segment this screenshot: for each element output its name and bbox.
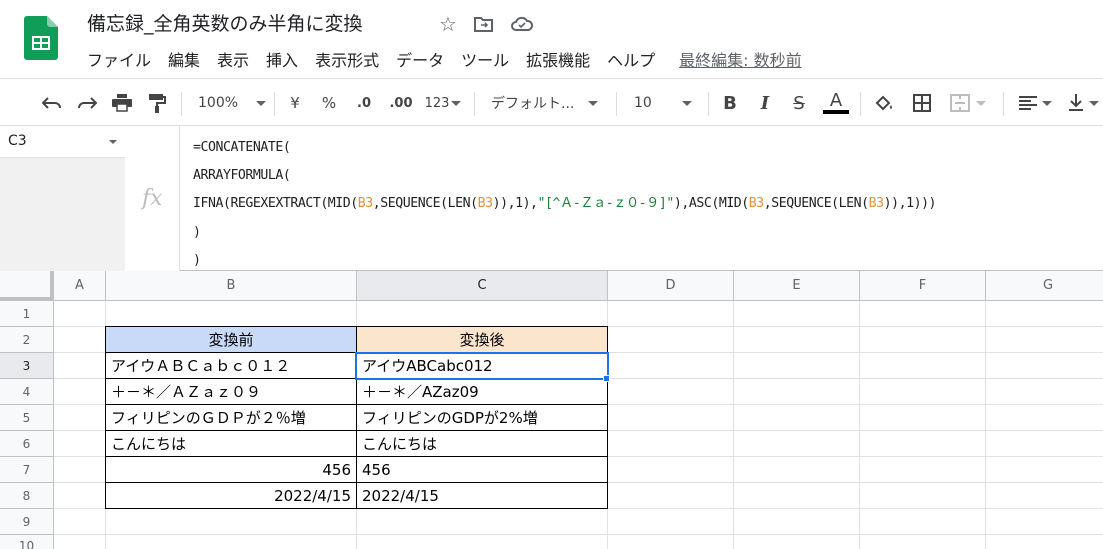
chevron-down-icon [681,100,692,106]
row-header-3[interactable]: 3 [0,353,54,379]
gridline [985,301,986,549]
cloud-status-icon[interactable] [510,12,534,36]
row-header-1[interactable]: 1 [0,301,54,327]
spreadsheet-grid[interactable]: A B C D E F G 1 2 3 4 5 6 7 8 9 10 変換前 変… [0,271,1103,549]
row-header-5[interactable]: 5 [0,405,54,431]
chevron-down-icon [588,100,599,106]
toolbar-divider [474,92,475,116]
percent-button[interactable]: % [319,90,339,116]
column-header-g[interactable]: G [986,271,1103,301]
increase-decimal-button[interactable]: .00 [386,90,416,116]
toolbar-divider [181,92,182,116]
toolbar-divider [860,92,861,116]
column-header-f[interactable]: F [860,271,986,301]
gridline [54,534,1103,535]
text-color-swatch [823,110,849,114]
currency-button[interactable]: ¥ [285,90,305,116]
horizontal-align-icon[interactable] [1015,90,1055,116]
row-header-10[interactable]: 10 [0,535,54,549]
paint-format-icon[interactable] [145,90,169,116]
star-icon[interactable]: ☆ [436,12,460,36]
toolbar-divider [1003,92,1004,116]
cell-selection [355,352,609,380]
sheets-logo-icon[interactable] [24,16,58,60]
row-header-9[interactable]: 9 [0,509,54,535]
name-box-expanded-area [0,158,125,271]
menu-format[interactable]: 表示形式 [315,47,379,71]
last-edit-link[interactable]: 最終編集: 数秒前 [679,47,801,71]
gridline [859,301,860,549]
function-icon: fx [142,186,163,211]
toolbar-divider [274,92,275,116]
fill-color-icon[interactable] [873,90,895,116]
zoom-select[interactable]: 100% [198,90,267,116]
table-border [105,430,608,431]
title-bar: 備忘録_全角英数のみ半角に変換 ☆ ファイル 編集 表示 挿入 表示形式 データ… [0,0,1103,78]
chevron-down-icon [451,100,462,106]
menu-edit[interactable]: 編集 [168,47,200,71]
formula-input[interactable]: =CONCATENATE( ARRAYFORMULA( IFNA(REGEXEX… [193,134,937,275]
bold-button[interactable]: B [719,90,741,116]
chevron-down-icon [256,100,267,106]
strikethrough-button[interactable]: S [788,90,810,116]
italic-button[interactable]: I [754,90,776,116]
borders-icon[interactable] [911,90,933,116]
merge-cells-icon[interactable] [946,90,990,116]
name-box[interactable]: C3 [0,126,125,271]
font-size-value: 10 [634,95,652,111]
font-select[interactable]: デフォルト... [491,90,605,116]
column-header-b[interactable]: B [106,271,357,301]
menu-bar: ファイル 編集 表示 挿入 表示形式 データ ツール 拡張機能 ヘルプ 最終編集… [87,47,802,71]
move-to-folder-icon[interactable] [472,12,496,36]
toolbar-divider [616,92,617,116]
redo-icon[interactable] [75,90,99,116]
row-header-6[interactable]: 6 [0,431,54,457]
zoom-value: 100% [198,95,239,111]
formula-bar: C3 fx =CONCATENATE( ARRAYFORMULA( IFNA(R… [0,126,1103,271]
more-formats-button[interactable]: 123 [423,90,463,116]
font-name: デフォルト... [491,96,575,112]
print-icon[interactable] [110,90,134,116]
table-border [105,482,608,483]
chevron-down-icon [1088,100,1099,106]
menu-insert[interactable]: 挿入 [266,47,298,71]
row-header-7[interactable]: 7 [0,457,54,483]
column-header-a[interactable]: A [54,271,106,301]
menu-extensions[interactable]: 拡張機能 [526,47,590,71]
toolbar: 100% ¥ % .0 .00 123 デフォルト... 10 B I S A [0,78,1103,126]
table-border [105,456,608,457]
cell-reference: C3 [8,133,27,149]
text-color-button[interactable]: A [823,90,849,116]
column-header-c[interactable]: C [357,271,608,301]
chevron-down-icon [976,100,986,106]
row-header-2[interactable]: 2 [0,327,54,353]
menu-data[interactable]: データ [396,47,444,71]
menu-help[interactable]: ヘルプ [607,47,655,71]
column-header-d[interactable]: D [608,271,734,301]
font-size-select[interactable]: 10 [634,90,696,116]
table-border [105,404,608,405]
select-all-corner[interactable] [0,271,54,301]
toolbar-divider [708,92,709,116]
chevron-down-icon[interactable] [109,140,117,144]
document-title[interactable]: 備忘録_全角英数のみ半角に変換 [87,9,363,36]
chevron-down-icon [1041,100,1052,106]
row-header-4[interactable]: 4 [0,379,54,405]
decrease-decimal-button[interactable]: .0 [352,90,376,116]
menu-view[interactable]: 表示 [217,47,249,71]
column-header-e[interactable]: E [734,271,860,301]
vertical-align-icon[interactable] [1065,90,1101,116]
fill-handle[interactable] [603,375,610,382]
row-header-8[interactable]: 8 [0,483,54,509]
menu-tools[interactable]: ツール [461,47,509,71]
menu-file[interactable]: ファイル [87,47,151,71]
undo-icon[interactable] [40,90,64,116]
gridline [733,301,734,549]
